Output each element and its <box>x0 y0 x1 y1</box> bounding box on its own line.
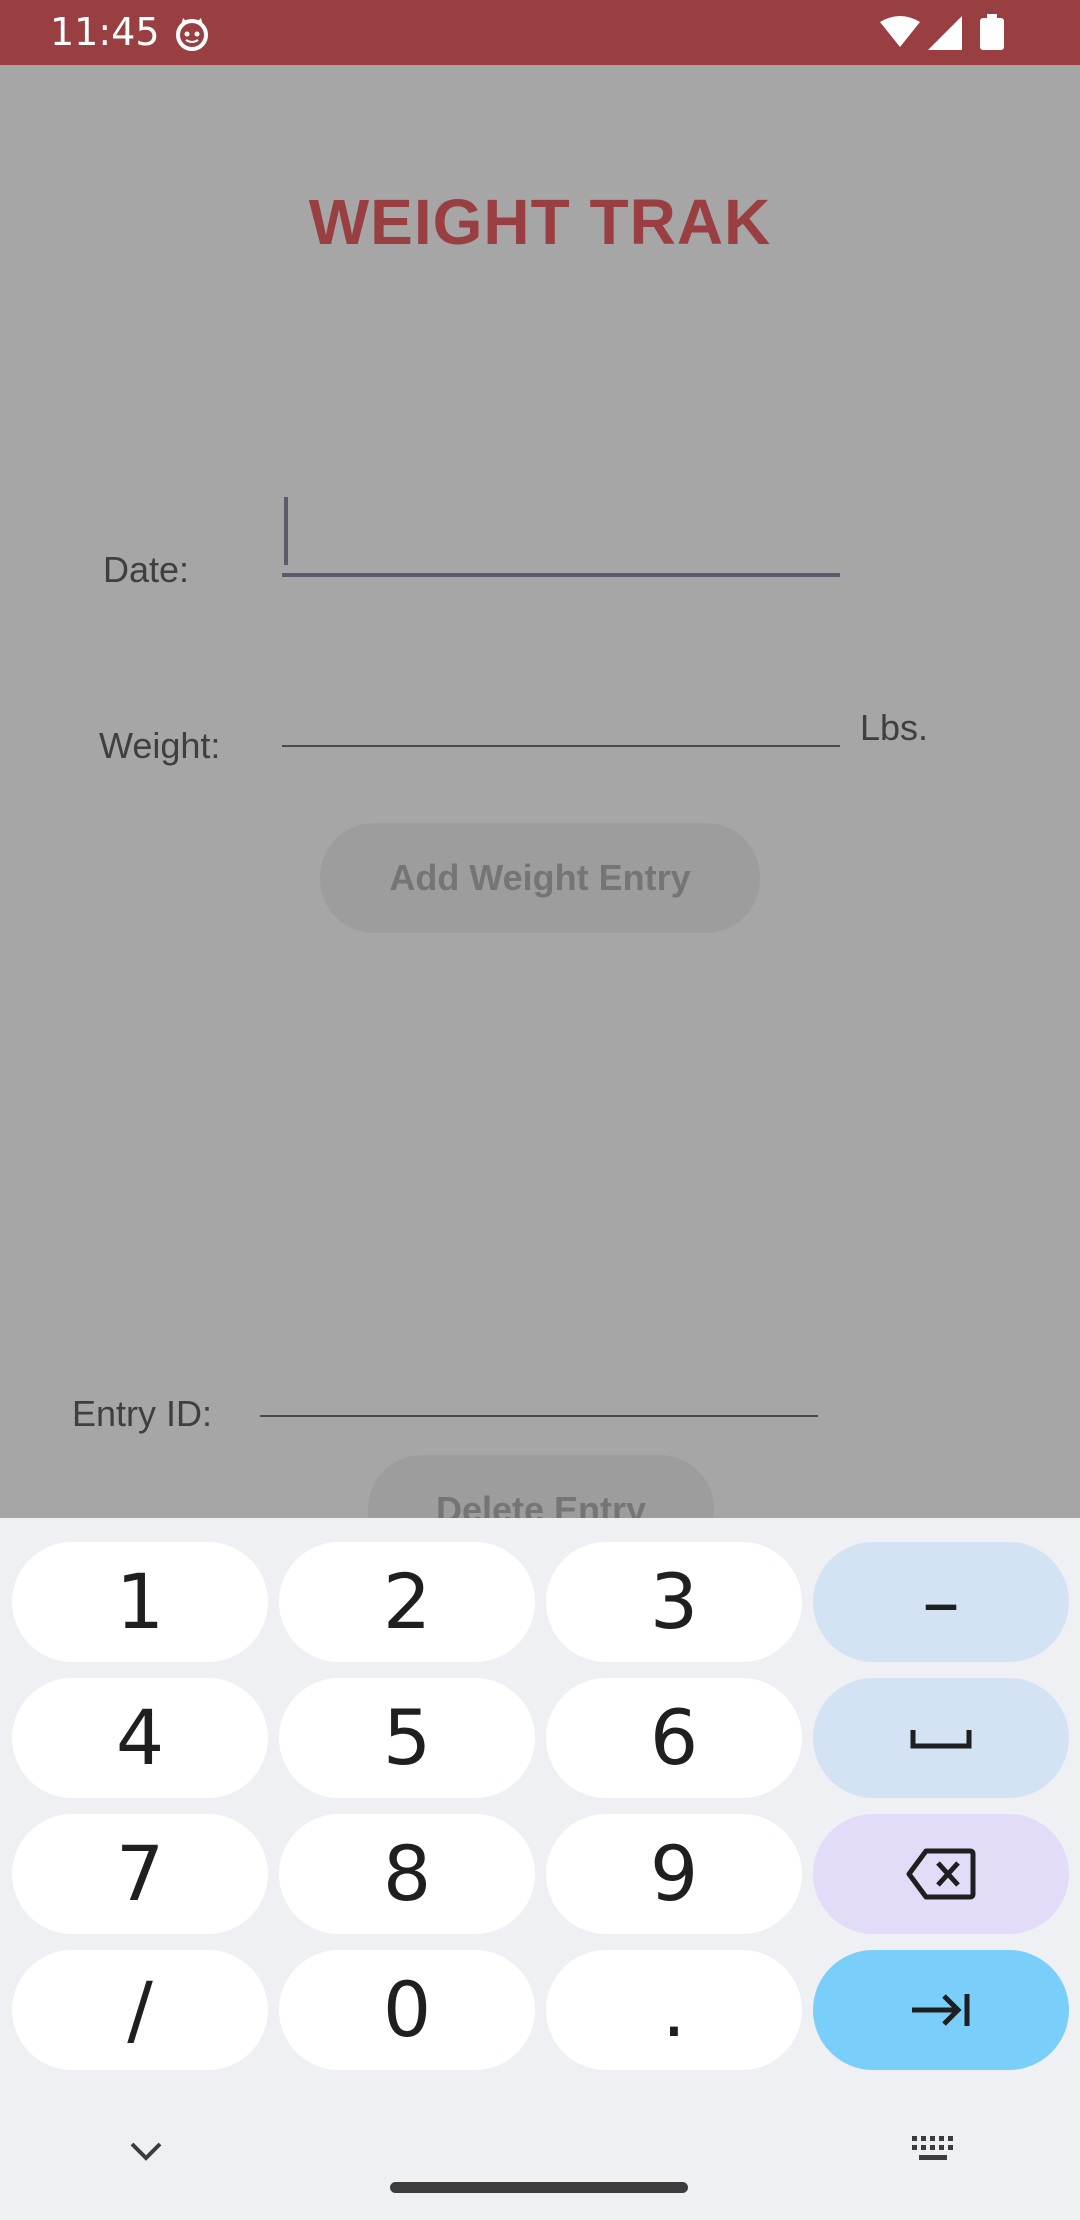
key-5[interactable]: 5 <box>279 1678 535 1798</box>
keyboard-switch-icon[interactable] <box>910 2134 956 2164</box>
app-title: WEIGHT TRAK <box>308 186 772 258</box>
status-bar: 11:45 <box>0 0 1080 65</box>
key-9[interactable]: 9 <box>546 1814 802 1934</box>
key-next[interactable] <box>813 1950 1069 2070</box>
key-3[interactable]: 3 <box>546 1542 802 1662</box>
numeric-keyboard: 1 2 3 – 4 5 6 7 8 9 / 0 . <box>0 1518 1080 2220</box>
entry-id-input[interactable] <box>260 1355 818 1417</box>
key-6[interactable]: 6 <box>546 1678 802 1798</box>
home-indicator[interactable] <box>390 2182 688 2193</box>
key-backspace[interactable] <box>813 1814 1069 1934</box>
date-input[interactable] <box>282 495 840 577</box>
key-space[interactable] <box>813 1678 1069 1798</box>
tab-next-icon <box>912 1994 970 2026</box>
weight-input[interactable] <box>282 685 840 747</box>
weight-label: Weight: <box>99 725 221 766</box>
text-cursor <box>284 497 288 565</box>
key-4[interactable]: 4 <box>12 1678 268 1798</box>
key-0[interactable]: 0 <box>279 1950 535 2070</box>
unit-label: Lbs. <box>860 707 929 748</box>
app-content: WEIGHT TRAK Date: Weight: Lbs. Add Weigh… <box>0 65 1080 1565</box>
key-2[interactable]: 2 <box>279 1542 535 1662</box>
wifi-icon <box>880 16 920 47</box>
key-period[interactable]: . <box>546 1950 802 2070</box>
signal-icon <box>928 16 962 50</box>
backspace-icon <box>906 1848 976 1900</box>
key-7[interactable]: 7 <box>12 1814 268 1934</box>
status-time: 11:45 <box>50 10 160 54</box>
add-weight-entry-button[interactable]: Add Weight Entry <box>320 823 760 933</box>
chevron-down-icon[interactable] <box>126 2138 166 2164</box>
key-1[interactable]: 1 <box>12 1542 268 1662</box>
key-8[interactable]: 8 <box>279 1814 535 1934</box>
battery-icon <box>980 14 1004 50</box>
cat-notification-icon <box>176 18 208 51</box>
space-key-icon <box>910 1730 972 1749</box>
entry-id-label: Entry ID: <box>72 1393 213 1434</box>
date-label: Date: <box>103 549 190 590</box>
key-minus[interactable]: – <box>813 1542 1069 1662</box>
key-slash[interactable]: / <box>12 1950 268 2070</box>
